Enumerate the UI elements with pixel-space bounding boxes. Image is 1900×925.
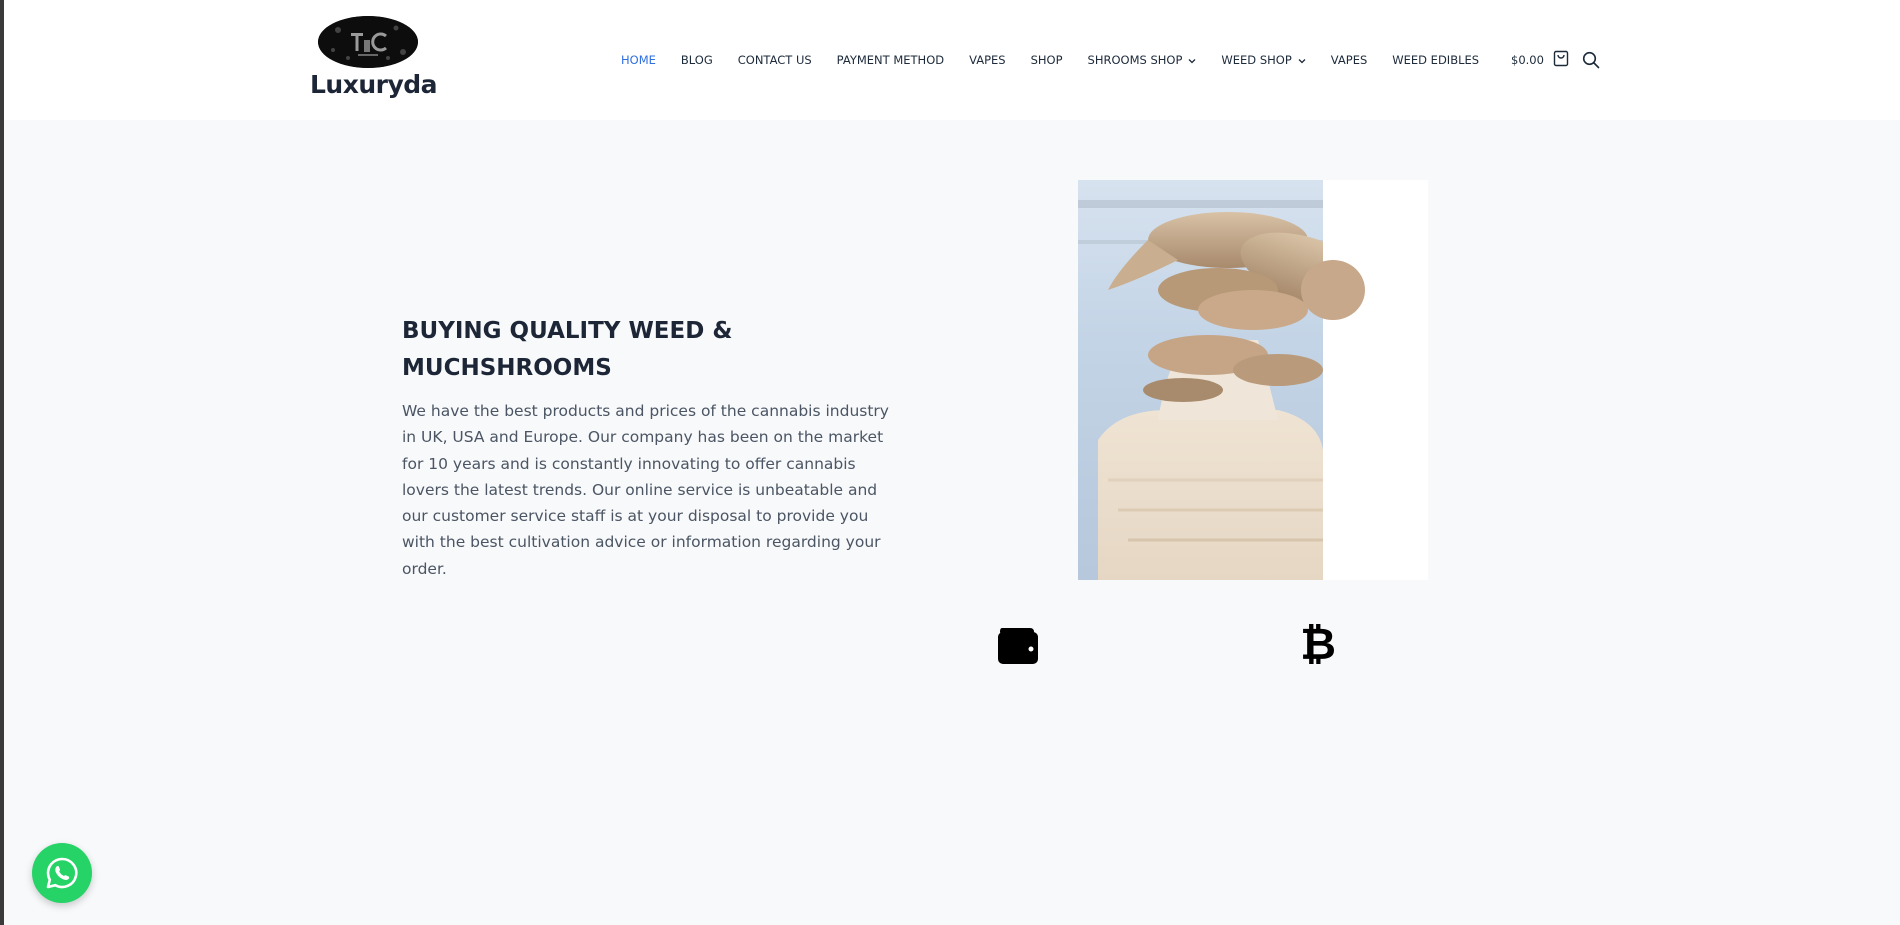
nav-item-payment-method[interactable]: PAYMENT METHOD <box>837 53 944 67</box>
nav-item-shop[interactable]: SHOP <box>1031 53 1063 67</box>
brand-name: Luxuryda <box>310 70 438 99</box>
nav-item-label: SHOP <box>1030 53 1063 67</box>
nav-item-label: VAPES <box>1330 53 1368 67</box>
nav-item-label: WEED SHOP <box>1221 53 1292 67</box>
whatsapp-button[interactable] <box>32 843 92 903</box>
nav-item-blog[interactable]: BLOG <box>681 53 713 67</box>
nav-item-label: WEED EDIBLES <box>1392 53 1480 67</box>
nav-item-label: VAPES <box>969 53 1006 67</box>
nav-item-weed-shop[interactable]: WEED SHOP <box>1221 53 1306 67</box>
hero-title: BUYING QUALITY WEED & MUCHSHROOMS <box>402 318 733 381</box>
nav-item-label: BLOG <box>680 53 713 67</box>
main-nav: HOME BLOG CONTACT US PAYMENT METHOD VAPE… <box>621 50 1504 70</box>
nav-item-label: SHROOMS SHOP <box>1087 53 1183 67</box>
cart-amount: $0.00 <box>1511 53 1544 67</box>
nav-item-shrooms-shop[interactable]: SHROOMS SHOP <box>1088 53 1197 67</box>
nav-item-vapes-2[interactable]: VAPES <box>1331 53 1368 67</box>
hero-description: We have the best products and prices of … <box>402 402 889 578</box>
cart-button[interactable]: $0.00 <box>1511 50 1569 70</box>
nav-item-contact-us[interactable]: CONTACT US <box>738 53 812 67</box>
site-header: Luxuryda HOME BLOG CONTACT US PAYMENT ME… <box>4 0 1900 120</box>
bitcoin-icon: ₿ <box>1300 619 1336 670</box>
chevron-down-icon <box>1298 53 1306 67</box>
oyster-mushroom-photo <box>1078 180 1428 580</box>
nav-item-weed-edibles[interactable]: WEED EDIBLES <box>1392 53 1479 67</box>
window-edge <box>0 0 4 925</box>
shopping-bag-icon <box>1553 50 1569 70</box>
chevron-down-icon <box>1188 53 1196 67</box>
site-logo[interactable]: Luxuryda <box>310 14 438 100</box>
nav-item-label: PAYMENT METHOD <box>836 53 945 67</box>
search-icon[interactable] <box>1582 51 1600 69</box>
tc-oval-logo-icon <box>318 16 418 68</box>
nav-item-label: HOME <box>621 53 656 67</box>
nav-item-label: CONTACT US <box>737 53 812 67</box>
nav-item-vapes[interactable]: VAPES <box>969 53 1006 67</box>
nav-item-home[interactable]: HOME <box>621 53 656 67</box>
wallet-icon <box>996 626 1040 666</box>
